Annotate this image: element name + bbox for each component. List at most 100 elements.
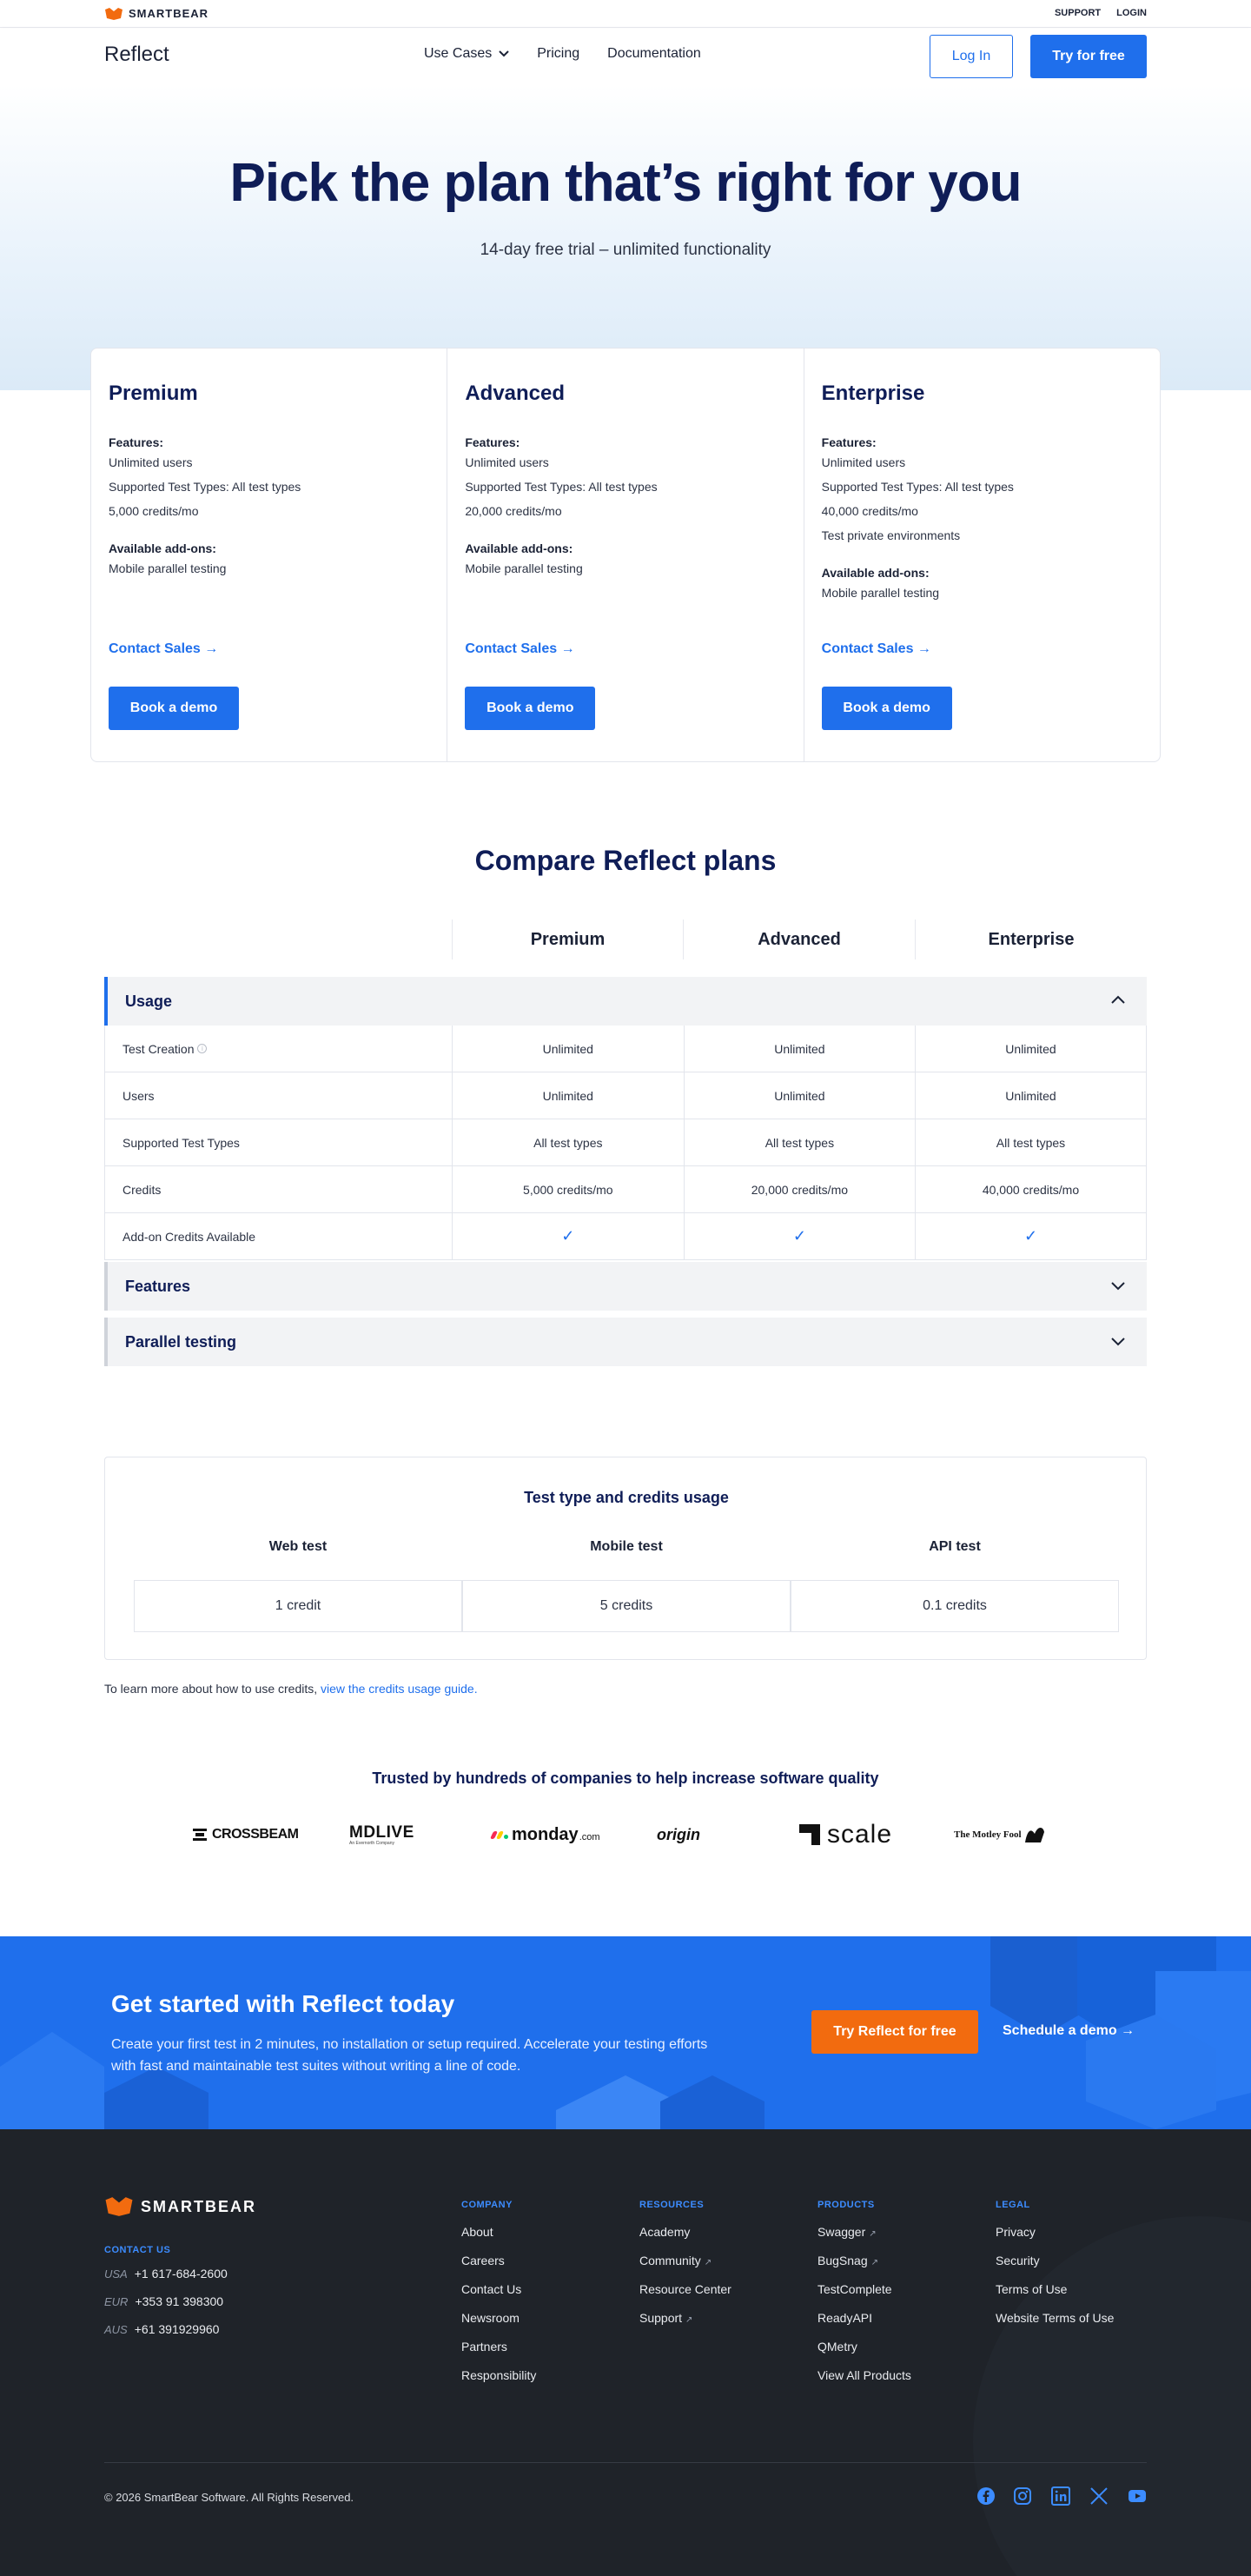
facebook-icon[interactable] [976,2486,996,2506]
footer-link[interactable]: Newsroom [461,2311,536,2325]
schedule-demo-link[interactable]: Schedule a demo → [1003,2023,1135,2039]
youtube-icon[interactable] [1128,2486,1147,2506]
footer-link-label: BugSnag [817,2254,868,2267]
crossbeam-text: CROSSBEAM [212,1827,299,1842]
footer-link-external[interactable]: BugSnag ↗ [817,2254,911,2267]
phone-number: +61 391929960 [134,2322,220,2336]
scale-text: scale [827,1820,893,1849]
support-link[interactable]: SUPPORT [1055,8,1101,18]
feature-item: Unlimited users [465,455,549,469]
row-value: Unlimited [683,1072,916,1119]
linkedin-icon[interactable] [1051,2486,1070,2506]
copyright: © 2026 SmartBear Software. All Rights Re… [104,2491,354,2504]
footer: SMARTBEAR CONTACT US USA +1 617-684-2600 … [0,2129,1251,2576]
main-nav: Reflect Use Cases Pricing Documentation … [0,29,1251,84]
row-value: Unlimited [915,1072,1147,1119]
info-icon[interactable]: i [197,1044,208,1053]
check-icon: ✓ [915,1213,1147,1259]
credits-header: Mobile test [590,1539,663,1554]
footer-col-legal: LEGAL Privacy Security Terms of Use Webs… [996,2200,1114,2325]
features-label: Features: [465,435,520,449]
footer-link[interactable]: Careers [461,2254,536,2267]
footer-link[interactable]: Terms of Use [996,2282,1114,2296]
arrow-right-icon: → [917,641,931,656]
section-features-toggle[interactable]: Features [104,1262,1147,1311]
chevron-up-icon [1111,995,1125,1004]
footer-link[interactable]: TestComplete [817,2282,911,2296]
bear-icon [105,7,122,20]
mdlive-logo: MDLIVE An Evernorth Company [349,1819,414,1850]
x-icon[interactable] [1089,2486,1109,2506]
phone-number: +353 91 398300 [135,2294,224,2308]
contact-sales-label: Contact Sales [821,641,914,656]
learn-text: To learn more about how to use credits, [104,1682,321,1696]
phone-item[interactable]: AUS +61 391929960 [104,2322,228,2338]
smartbear-logo[interactable]: SMARTBEAR [104,7,208,20]
footer-link[interactable]: Resource Center [639,2282,731,2296]
plan-card-premium: Premium Features: Unlimited users Suppor… [91,349,448,761]
external-link-icon: ↗ [869,2229,877,2239]
section-usage-label: Usage [125,992,173,1010]
try-for-free-button[interactable]: Try for free [1030,35,1147,78]
footer-link[interactable]: Contact Us [461,2282,536,2296]
row-label: Supported Test Types [104,1119,452,1165]
footer-link[interactable]: Partners [461,2340,536,2354]
footer-link-label: Community [639,2254,701,2267]
plan-card-enterprise: Enterprise Features: Unlimited users Sup… [804,349,1160,761]
section-parallel-toggle[interactable]: Parallel testing [104,1318,1147,1366]
login-link[interactable]: LOGIN [1116,8,1147,18]
phone-item[interactable]: EUR +353 91 398300 [104,2294,228,2310]
row-value: All test types [683,1119,916,1165]
product-name[interactable]: Reflect [104,43,169,67]
footer-link[interactable]: ReadyAPI [817,2311,911,2325]
log-in-button[interactable]: Log In [930,35,1013,78]
footer-link[interactable]: Privacy [996,2225,1114,2239]
nav-documentation[interactable]: Documentation [607,46,701,62]
compare-row: Credits 5,000 credits/mo 20,000 credits/… [104,1166,1147,1213]
footer-link[interactable]: Security [996,2254,1114,2267]
phone-item[interactable]: USA +1 617-684-2600 [104,2267,228,2282]
mdlive-text: MDLIVE [349,1822,414,1842]
instagram-icon[interactable] [1013,2486,1032,2506]
crossbeam-mark-icon [193,1829,207,1841]
arrow-right-icon: → [1121,2023,1135,2038]
footer-link-label: Support [639,2311,683,2325]
chevron-down-icon [499,50,509,57]
footer-brand-text: SMARTBEAR [141,2197,256,2215]
row-value: Unlimited [452,1072,684,1119]
arrow-right-icon: → [560,641,575,656]
section-usage-toggle[interactable]: Usage [104,977,1147,1026]
row-value: 40,000 credits/mo [915,1166,1147,1212]
plan-card-advanced: Advanced Features: Unlimited users Suppo… [447,349,804,761]
try-reflect-button[interactable]: Try Reflect for free [811,2010,978,2054]
bear-icon [105,2197,133,2216]
book-demo-button[interactable]: Book a demo [109,687,239,730]
book-demo-button[interactable]: Book a demo [465,687,596,730]
feature-item: Supported Test Types: All test types [465,480,658,494]
footer-smartbear-logo[interactable]: SMARTBEAR [104,2197,256,2216]
credits-title: Test type and credits usage [524,1489,729,1506]
plan-cards: Premium Features: Unlimited users Suppor… [90,348,1161,762]
footer-link[interactable]: Academy [639,2225,731,2239]
nav-use-cases[interactable]: Use Cases [424,46,509,62]
nav-pricing[interactable]: Pricing [537,46,579,62]
credits-header: API test [929,1539,981,1554]
footer-link[interactable]: QMetry [817,2340,911,2354]
contact-sales-link[interactable]: Contact Sales → [822,641,931,657]
compare-col-advanced: Advanced [683,920,915,959]
contact-sales-link[interactable]: Contact Sales → [465,641,574,657]
footer-link[interactable]: About [461,2225,536,2239]
footer-link[interactable]: Responsibility [461,2368,536,2382]
credits-value: 0.1 credits [791,1580,1119,1632]
external-link-icon: ↗ [685,2315,693,2325]
footer-link-external[interactable]: Swagger ↗ [817,2225,911,2239]
footer-link[interactable]: View All Products [817,2368,911,2382]
book-demo-button[interactable]: Book a demo [821,687,952,730]
mdlive-subtext: An Evernorth Company [349,1840,394,1846]
credits-guide-link[interactable]: view the credits usage guide. [321,1682,478,1696]
phone-region: AUS [104,2323,128,2336]
footer-link-external[interactable]: Support ↗ [639,2311,731,2325]
footer-link-external[interactable]: Community ↗ [639,2254,731,2267]
contact-sales-link[interactable]: Contact Sales → [109,641,218,657]
footer-link[interactable]: Website Terms of Use [996,2311,1114,2325]
